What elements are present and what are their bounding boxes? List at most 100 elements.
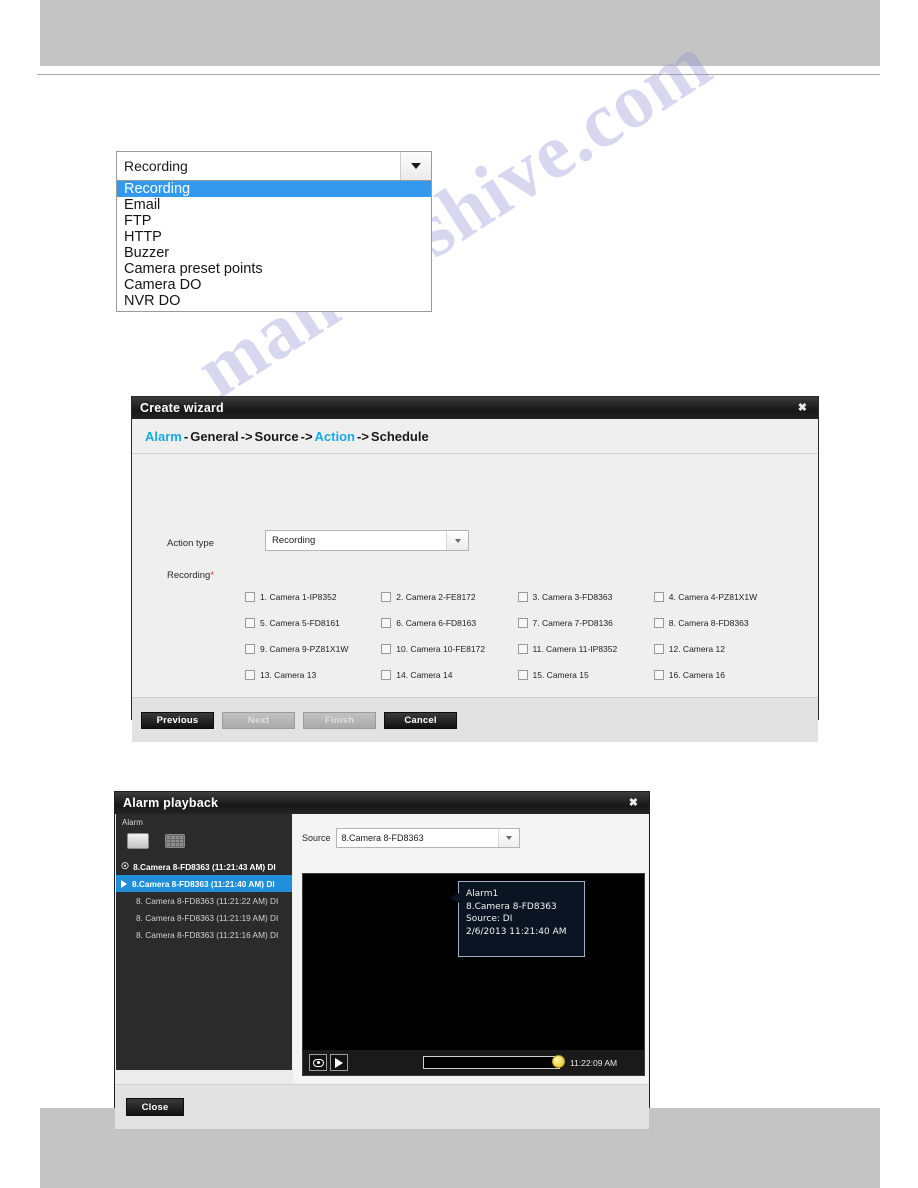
camera-checkbox-grid: 1. Camera 1-IP8352 2. Camera 2-FE8172 3.…: [245, 592, 790, 680]
close-icon[interactable]: ✖: [795, 401, 810, 416]
checkbox-icon[interactable]: [653, 618, 664, 628]
timeline-slider[interactable]: [423, 1055, 565, 1069]
source-select[interactable]: 8.Camera 8-FD8363: [335, 828, 520, 848]
dropdown-option-camera-do[interactable]: Camera DO: [117, 277, 431, 293]
camera-label: 11. Camera 11-IP8352: [532, 644, 618, 654]
action-type-value: Recording: [272, 535, 316, 546]
play-button[interactable]: [330, 1054, 348, 1071]
checkbox-icon[interactable]: [381, 670, 392, 680]
checkbox-icon[interactable]: [517, 618, 528, 628]
checkbox-icon[interactable]: [245, 592, 255, 602]
recording-label: Recording*: [167, 570, 214, 581]
dropdown-option-camera-preset-points[interactable]: Camera preset points: [117, 261, 431, 277]
checkbox-icon[interactable]: [517, 670, 528, 680]
alarm-list-item-selected[interactable]: 8.Camera 8-FD8363 (11:21:40 AM) DI: [116, 875, 292, 892]
breadcrumb-arrow-1: ->: [240, 428, 253, 444]
camera-label: 13. Camera 13: [260, 670, 317, 680]
breadcrumb-alarm[interactable]: Alarm: [145, 429, 182, 444]
camera-label: 1. Camera 1-IP8352: [260, 592, 337, 602]
dropdown-option-http[interactable]: HTTP: [117, 229, 431, 245]
alarm-sidebar-title: Alarm: [122, 818, 143, 827]
dropdown-field[interactable]: Recording: [116, 151, 432, 181]
previous-button[interactable]: Previous: [141, 711, 214, 729]
camera-label: 9. Camera 9-PZ81X1W: [260, 644, 349, 654]
wizard-title: Create wizard: [140, 401, 224, 415]
timeline-handle[interactable]: [552, 1055, 565, 1068]
camera-checkbox-item[interactable]: 12. Camera 12: [653, 644, 790, 654]
breadcrumb-source[interactable]: Source: [255, 429, 299, 444]
camera-checkbox-item[interactable]: 13. Camera 13: [245, 670, 381, 680]
alarm-item-label: 8. Camera 8-FD8363 (11:21:16 AM) DI: [136, 929, 279, 940]
checkbox-icon[interactable]: [517, 592, 528, 602]
playback-titlebar: Alarm playback ✖: [115, 792, 649, 814]
checkbox-icon[interactable]: [653, 670, 664, 680]
camera-checkbox-item[interactable]: 15. Camera 15: [517, 670, 654, 680]
camera-checkbox-item[interactable]: 3. Camera 3-FD8363: [517, 592, 654, 602]
source-label: Source: [302, 833, 331, 843]
finish-button[interactable]: Finish: [303, 711, 376, 729]
camera-checkbox-item[interactable]: 14. Camera 14: [381, 670, 517, 680]
camera-checkbox-item[interactable]: 5. Camera 5-FD8161: [245, 618, 381, 628]
camera-checkbox-item[interactable]: 9. Camera 9-PZ81X1W: [245, 644, 381, 654]
wizard-body: Action type Recording Recording* 1. Came…: [132, 454, 818, 698]
tooltip-line-alarm-name: Alarm1: [466, 889, 499, 899]
breadcrumb-general[interactable]: General: [190, 429, 238, 444]
alarm-item-label: 8.Camera 8-FD8363 (11:21:43 AM) DI: [133, 861, 276, 872]
checkbox-icon[interactable]: [245, 670, 255, 680]
alarm-list-item[interactable]: 8. Camera 8-FD8363 (11:21:16 AM) DI: [116, 926, 292, 943]
breadcrumb-schedule[interactable]: Schedule: [371, 429, 429, 444]
camera-label: 10. Camera 10-FE8172: [396, 644, 486, 654]
dropdown-option-nvr-do[interactable]: NVR DO: [117, 293, 431, 309]
alarm-playback-dialog: Alarm playback ✖ Alarm ☉ 8.Camera 8-FD83…: [114, 791, 650, 1129]
action-type-dropdown-open[interactable]: Recording Recording Email FTP HTTP Buzze…: [116, 151, 432, 312]
camera-checkbox-item[interactable]: 4. Camera 4-PZ81X1W: [653, 592, 790, 602]
checkbox-icon[interactable]: [517, 644, 528, 654]
camera-label: 12. Camera 12: [668, 644, 725, 654]
dropdown-option-buzzer[interactable]: Buzzer: [117, 245, 431, 261]
dropdown-option-recording[interactable]: Recording: [117, 181, 431, 197]
chevron-down-icon[interactable]: [400, 152, 431, 180]
chevron-down-icon[interactable]: [446, 531, 468, 550]
alarm-list-item[interactable]: 8. Camera 8-FD8363 (11:21:22 AM) DI: [116, 892, 292, 909]
camera-checkbox-item[interactable]: 7. Camera 7-PD8136: [517, 618, 654, 628]
grid-view-icon[interactable]: [165, 834, 185, 848]
alarm-list-item[interactable]: ☉ 8.Camera 8-FD8363 (11:21:43 AM) DI: [116, 858, 292, 875]
action-type-select[interactable]: Recording: [265, 530, 469, 551]
camera-label: 14. Camera 14: [396, 670, 453, 680]
camera-checkbox-item[interactable]: 11. Camera 11-IP8352: [517, 644, 654, 654]
single-view-icon[interactable]: [127, 833, 149, 849]
dropdown-option-list[interactable]: Recording Email FTP HTTP Buzzer Camera p…: [116, 181, 432, 312]
breadcrumb-arrow-2: ->: [300, 428, 313, 444]
chevron-down-icon[interactable]: [497, 829, 519, 847]
breadcrumb-arrow-3: ->: [357, 428, 369, 444]
camera-checkbox-item[interactable]: 1. Camera 1-IP8352: [245, 592, 381, 602]
breadcrumb-action[interactable]: Action: [315, 429, 355, 444]
dropdown-option-email[interactable]: Email: [117, 197, 431, 213]
checkbox-icon[interactable]: [381, 644, 392, 654]
playback-body: Alarm ☉ 8.Camera 8-FD8363 (11:21:43 AM) …: [115, 814, 649, 1084]
checkbox-icon[interactable]: [245, 644, 255, 654]
camera-checkbox-item[interactable]: 10. Camera 10-FE8172: [381, 644, 517, 654]
bell-icon: ☉: [121, 861, 130, 871]
checkbox-icon[interactable]: [381, 618, 392, 628]
checkbox-icon[interactable]: [653, 644, 664, 654]
alarm-list-item[interactable]: 8. Camera 8-FD8363 (11:21:19 AM) DI: [116, 909, 292, 926]
close-button[interactable]: Close: [126, 1098, 184, 1116]
camera-label: 5. Camera 5-FD8161: [260, 618, 340, 628]
alarm-list[interactable]: ☉ 8.Camera 8-FD8363 (11:21:43 AM) DI 8.C…: [116, 858, 292, 943]
close-icon[interactable]: ✖: [626, 796, 641, 811]
checkbox-icon[interactable]: [653, 592, 664, 602]
checkbox-icon[interactable]: [381, 592, 392, 602]
snapshot-eye-icon[interactable]: [309, 1054, 327, 1071]
playback-main-panel: Source 8.Camera 8-FD8363 11:22:09 AM Ala…: [293, 814, 648, 1084]
checkbox-icon[interactable]: [245, 618, 255, 628]
camera-checkbox-item[interactable]: 6. Camera 6-FD8163: [381, 618, 517, 628]
camera-checkbox-item[interactable]: 16. Camera 16: [653, 670, 790, 680]
camera-checkbox-item[interactable]: 2. Camera 2-FE8172: [381, 592, 517, 602]
camera-label: 15. Camera 15: [532, 670, 589, 680]
next-button[interactable]: Next: [222, 711, 295, 729]
camera-checkbox-item[interactable]: 8. Camera 8-FD8363: [653, 618, 790, 628]
cancel-button[interactable]: Cancel: [384, 711, 457, 729]
dropdown-option-ftp[interactable]: FTP: [117, 213, 431, 229]
timeline-time: 11:22:09 AM: [570, 1057, 618, 1068]
